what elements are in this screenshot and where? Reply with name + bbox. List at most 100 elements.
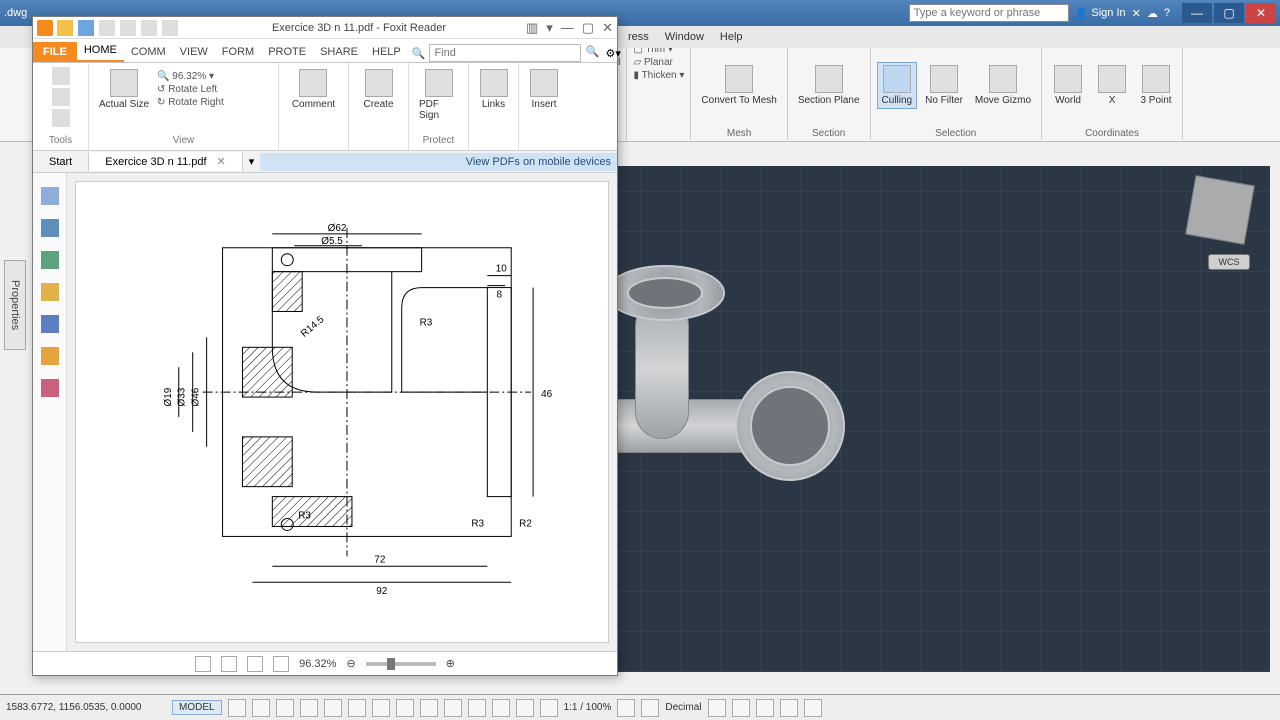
comments-panel-icon[interactable] bbox=[41, 283, 59, 301]
foxit-minimize[interactable]: — bbox=[561, 20, 574, 36]
visibility-toggle[interactable] bbox=[617, 699, 635, 717]
nofilter-button[interactable]: No Filter bbox=[921, 63, 967, 108]
world-button[interactable]: World bbox=[1048, 63, 1088, 108]
tab-help[interactable]: HELP bbox=[365, 42, 408, 62]
continuous-facing-icon[interactable] bbox=[273, 656, 289, 672]
tab-view[interactable]: VIEW bbox=[173, 42, 215, 62]
select-annotation-icon[interactable] bbox=[52, 109, 70, 127]
layers-panel-icon[interactable] bbox=[41, 251, 59, 269]
transparency-toggle[interactable] bbox=[420, 699, 438, 717]
menu-help[interactable]: Help bbox=[712, 31, 751, 43]
planar-button[interactable]: ▱ Planar bbox=[633, 57, 672, 68]
quick-props[interactable] bbox=[708, 699, 726, 717]
search-input[interactable] bbox=[909, 4, 1069, 22]
pages-panel-icon[interactable] bbox=[41, 219, 59, 237]
tab-protect[interactable]: PROTE bbox=[261, 42, 313, 62]
zoom-combo[interactable]: 🔍 96.32% ▾ bbox=[157, 71, 224, 82]
links-button[interactable]: Links bbox=[474, 67, 514, 112]
open-icon[interactable] bbox=[57, 20, 73, 36]
minimize-button[interactable]: — bbox=[1182, 3, 1212, 23]
isolate-objects[interactable] bbox=[756, 699, 774, 717]
snap-toggle[interactable] bbox=[252, 699, 270, 717]
maximize-button[interactable]: ▢ bbox=[1214, 3, 1244, 23]
options-icon[interactable]: ⚙▾ bbox=[605, 47, 620, 60]
doc-tab-file[interactable]: Exercice 3D n 11.pdf✕ bbox=[89, 152, 243, 171]
move-gizmo-button[interactable]: Move Gizmo bbox=[971, 63, 1035, 108]
properties-panel-tab[interactable]: Properties bbox=[4, 260, 26, 350]
annotation-scale[interactable]: 1:1 / 100% bbox=[564, 702, 612, 713]
menu-window[interactable]: Window bbox=[657, 31, 712, 43]
x-button[interactable]: X bbox=[1092, 63, 1132, 108]
osnap-toggle[interactable] bbox=[324, 699, 342, 717]
menu-item[interactable]: ress bbox=[620, 31, 657, 43]
insert-button[interactable]: Insert bbox=[524, 67, 564, 112]
security-panel-icon[interactable] bbox=[41, 347, 59, 365]
search-icon[interactable]: 🔍 bbox=[585, 45, 601, 61]
pdf-page-view[interactable]: Ø62 Ø5.5 R14.5 R3 46 10 8 Ø46 Ø33 Ø19 R3… bbox=[67, 173, 617, 651]
3dosnap-toggle[interactable] bbox=[468, 699, 486, 717]
thicken-button[interactable]: ▮ Thicken ▾ bbox=[633, 70, 684, 81]
tab-comment[interactable]: COMM bbox=[124, 42, 173, 62]
ribbon-display-icon[interactable]: ▥ bbox=[526, 20, 538, 36]
tab-form[interactable]: FORM bbox=[215, 42, 261, 62]
print-icon[interactable] bbox=[99, 20, 115, 36]
redo-icon[interactable] bbox=[162, 20, 178, 36]
exchange-icon[interactable]: ✕ bbox=[1132, 7, 1141, 20]
otrack-toggle[interactable] bbox=[348, 699, 366, 717]
facing-page-icon[interactable] bbox=[247, 656, 263, 672]
single-page-icon[interactable] bbox=[195, 656, 211, 672]
continuous-page-icon[interactable] bbox=[221, 656, 237, 672]
wcs-badge[interactable]: WCS bbox=[1208, 254, 1250, 270]
ortho-toggle[interactable] bbox=[276, 699, 294, 717]
doc-tab-start[interactable]: Start bbox=[33, 153, 89, 171]
email-icon[interactable] bbox=[120, 20, 136, 36]
hardware-accel[interactable] bbox=[780, 699, 798, 717]
rotate-right-button[interactable]: ↻ Rotate Right bbox=[157, 97, 224, 108]
tab-home[interactable]: HOME bbox=[77, 40, 124, 62]
clean-screen[interactable] bbox=[804, 699, 822, 717]
tab-share[interactable]: SHARE bbox=[313, 42, 365, 62]
help-icon[interactable]: ? bbox=[1164, 7, 1170, 19]
polar-toggle[interactable] bbox=[300, 699, 318, 717]
foxit-close[interactable]: ✕ bbox=[602, 20, 613, 36]
undo-icon[interactable] bbox=[141, 20, 157, 36]
foxit-titlebar[interactable]: Exercice 3D n 11.pdf - Foxit Reader ▥ ▾ … bbox=[33, 17, 617, 39]
mobile-promo-banner[interactable]: View PDFs on mobile devices bbox=[260, 153, 617, 171]
dynucs-toggle[interactable] bbox=[492, 699, 510, 717]
actual-size-button[interactable]: Actual Size bbox=[95, 67, 153, 112]
comment-button[interactable]: Comment bbox=[288, 67, 339, 112]
find-input[interactable] bbox=[429, 44, 581, 62]
culling-button[interactable]: Culling bbox=[877, 62, 918, 109]
select-text-icon[interactable] bbox=[52, 88, 70, 106]
workspace-button[interactable] bbox=[641, 699, 659, 717]
tab-file[interactable]: FILE bbox=[33, 42, 77, 62]
pdf-sign-button[interactable]: PDF Sign bbox=[415, 67, 462, 123]
viewcube[interactable] bbox=[1185, 175, 1255, 245]
section-plane-button[interactable]: Section Plane bbox=[794, 63, 864, 108]
zoom-in-button[interactable]: ⊕ bbox=[446, 657, 455, 670]
gizmo-toggle[interactable] bbox=[540, 699, 558, 717]
lineweight-toggle[interactable] bbox=[396, 699, 414, 717]
close-tab-icon[interactable]: ✕ bbox=[217, 156, 226, 168]
signatures-panel-icon[interactable] bbox=[41, 379, 59, 397]
signin-button[interactable]: 👤 Sign In bbox=[1075, 7, 1126, 20]
hand-tool-icon[interactable] bbox=[52, 67, 70, 85]
lock-ui[interactable] bbox=[732, 699, 750, 717]
units-display[interactable]: Decimal bbox=[665, 702, 701, 713]
attachments-panel-icon[interactable] bbox=[41, 315, 59, 333]
zoom-slider[interactable] bbox=[366, 662, 436, 666]
create-button[interactable]: Create bbox=[359, 67, 399, 112]
threepoint-button[interactable]: 3 Point bbox=[1136, 63, 1176, 108]
convert-mesh-button[interactable]: Convert To Mesh bbox=[697, 63, 780, 108]
cycling-toggle[interactable] bbox=[444, 699, 462, 717]
cloud-icon[interactable]: ☁ bbox=[1147, 7, 1158, 20]
zoom-out-button[interactable]: ⊖ bbox=[346, 657, 355, 670]
dynamic-input-toggle[interactable] bbox=[372, 699, 390, 717]
foxit-maximize[interactable]: ▢ bbox=[582, 20, 594, 36]
ribbon-expand-icon[interactable]: ▾ bbox=[546, 20, 553, 36]
filter-toggle[interactable] bbox=[516, 699, 534, 717]
grid-toggle[interactable] bbox=[228, 699, 246, 717]
rotate-left-button[interactable]: ↺ Rotate Left bbox=[157, 84, 224, 95]
space-model-button[interactable]: MODEL bbox=[172, 700, 222, 715]
save-icon[interactable] bbox=[78, 20, 94, 36]
